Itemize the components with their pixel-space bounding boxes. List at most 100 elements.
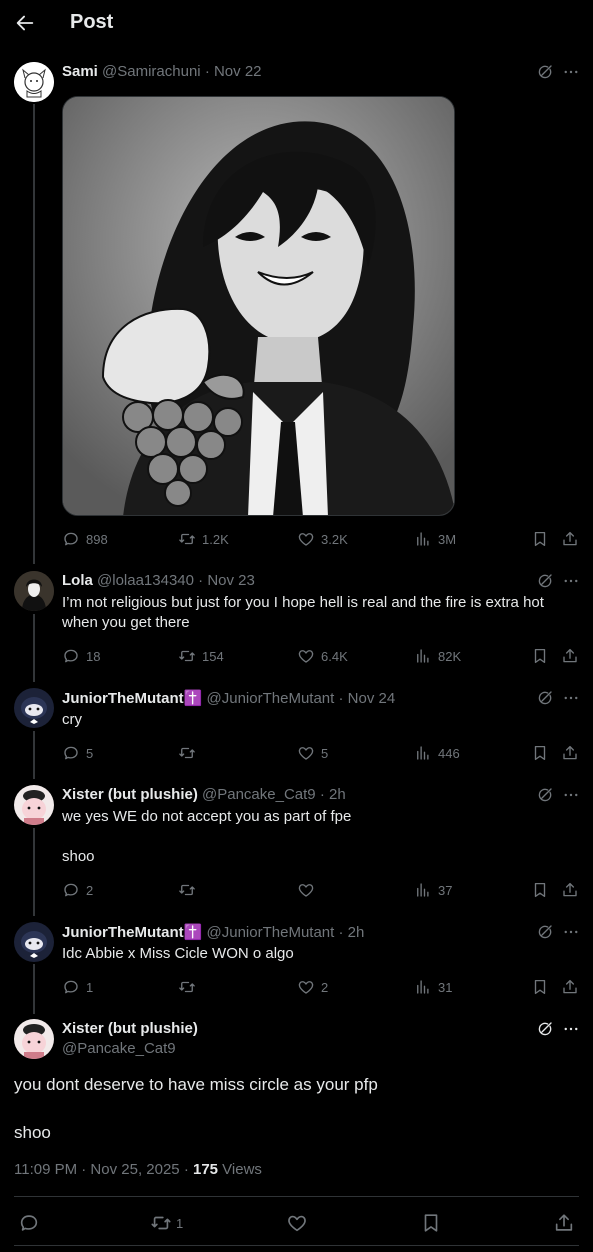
more-icon[interactable] xyxy=(562,63,580,81)
reply-button[interactable] xyxy=(18,1211,40,1235)
grok-icon[interactable] xyxy=(536,572,554,590)
views-icon xyxy=(414,530,432,548)
share-button[interactable] xyxy=(561,977,579,997)
like-button[interactable]: 3.2K xyxy=(297,529,348,549)
avatar[interactable] xyxy=(14,571,54,611)
like-button[interactable]: 2 xyxy=(297,977,328,997)
reply-button[interactable]: 898 xyxy=(62,529,108,549)
thread-line xyxy=(33,614,35,682)
timestamp[interactable]: · Nov 22 xyxy=(205,63,262,80)
grok-icon[interactable] xyxy=(536,786,554,804)
handle[interactable]: @Pancake_Cat9 xyxy=(62,1040,176,1057)
timestamp[interactable]: · Nov 24 xyxy=(338,690,395,707)
reply-button[interactable]: 1 xyxy=(62,977,93,997)
reply-count: 1 xyxy=(86,979,94,995)
more-icon[interactable] xyxy=(562,1020,580,1038)
bookmark-icon xyxy=(531,530,549,548)
tweet-actions: 898 1.2K 3.2K 3M xyxy=(62,529,584,549)
display-name[interactable]: Sami xyxy=(62,63,98,80)
avatar[interactable] xyxy=(14,688,54,728)
reply-button[interactable]: 18 xyxy=(62,646,100,666)
bookmark-button[interactable] xyxy=(531,646,549,666)
display-name[interactable]: Xister (but plushie) xyxy=(62,786,198,803)
views-button[interactable]: 446 xyxy=(414,743,460,763)
display-name[interactable]: JuniorTheMutant✝️ xyxy=(62,690,202,707)
like-button[interactable] xyxy=(297,880,321,900)
views-button[interactable]: 37 xyxy=(414,880,452,900)
repost-button[interactable]: 1.2K xyxy=(178,529,229,549)
share-button[interactable] xyxy=(561,529,579,549)
share-button[interactable] xyxy=(553,1211,575,1235)
repost-button[interactable]: 154 xyxy=(178,646,224,666)
like-button[interactable]: 5 xyxy=(297,743,328,763)
reply-button[interactable]: 2 xyxy=(62,880,93,900)
bookmark-button[interactable] xyxy=(531,977,549,997)
repost-button[interactable]: 1 xyxy=(150,1211,183,1235)
handle[interactable]: @JuniorTheMutant xyxy=(207,690,335,707)
tweet-header: Sami @Samirachuni · Nov 22 xyxy=(62,63,262,80)
bookmark-button[interactable] xyxy=(531,743,549,763)
like-button[interactable]: 6.4K xyxy=(297,646,348,666)
page-title: Post xyxy=(70,11,114,33)
timestamp[interactable]: · 2h xyxy=(338,924,364,941)
tweet-header: Lola @lolaa134340 · Nov 23 xyxy=(62,572,255,589)
grok-icon[interactable] xyxy=(536,63,554,81)
more-icon[interactable] xyxy=(562,923,580,941)
avatar[interactable] xyxy=(14,1019,54,1059)
display-name[interactable]: JuniorTheMutant✝️ xyxy=(62,924,202,941)
handle[interactable]: @Pancake_Cat9 xyxy=(202,786,316,803)
more-icon[interactable] xyxy=(562,572,580,590)
bookmark-icon xyxy=(531,881,549,899)
main-tweet-text-line2: shoo xyxy=(14,1123,51,1142)
back-arrow-icon[interactable] xyxy=(14,12,36,34)
reply-icon xyxy=(62,881,80,899)
like-icon xyxy=(297,530,315,548)
repost-count: 1.2K xyxy=(202,531,229,547)
timestamp[interactable]: · Nov 23 xyxy=(198,572,255,589)
handle[interactable]: @Samirachuni xyxy=(102,63,201,80)
post-time[interactable]: 11:09 PM · Nov 25, 2025 · xyxy=(14,1161,193,1178)
views-icon xyxy=(414,978,432,996)
avatar[interactable] xyxy=(14,785,54,825)
share-icon xyxy=(561,647,579,665)
repost-button[interactable] xyxy=(178,880,202,900)
grok-icon[interactable] xyxy=(536,1020,554,1038)
reply-count: 898 xyxy=(86,531,108,547)
like-icon xyxy=(297,744,315,762)
repost-icon xyxy=(178,530,196,548)
like-icon xyxy=(297,881,315,899)
grok-icon[interactable] xyxy=(536,923,554,941)
timestamp[interactable]: · 2h xyxy=(320,786,346,803)
divider xyxy=(14,1245,579,1246)
post-image[interactable] xyxy=(62,96,455,516)
bookmark-icon xyxy=(531,647,549,665)
handle[interactable]: @JuniorTheMutant xyxy=(207,924,335,941)
bookmark-button[interactable] xyxy=(531,880,549,900)
tweet-header: Xister (but plushie) @Pancake_Cat9 · 2h xyxy=(62,786,346,803)
handle[interactable]: @lolaa134340 xyxy=(97,572,194,589)
views-button[interactable]: 82K xyxy=(414,646,461,666)
grok-icon[interactable] xyxy=(536,689,554,707)
display-name[interactable]: Xister (but plushie) xyxy=(62,1020,198,1037)
more-icon[interactable] xyxy=(562,786,580,804)
share-button[interactable] xyxy=(561,880,579,900)
bookmark-icon xyxy=(420,1212,442,1234)
views-button[interactable]: 3M xyxy=(414,529,456,549)
repost-button[interactable] xyxy=(178,743,202,763)
share-button[interactable] xyxy=(561,646,579,666)
views-count: 31 xyxy=(438,979,453,995)
bookmark-button[interactable] xyxy=(531,529,549,549)
reply-button[interactable]: 5 xyxy=(62,743,93,763)
share-button[interactable] xyxy=(561,743,579,763)
like-icon xyxy=(286,1212,308,1234)
avatar-image xyxy=(14,785,54,825)
avatar[interactable] xyxy=(14,922,54,962)
bookmark-button[interactable] xyxy=(420,1211,442,1235)
tweet-text-line2: shoo xyxy=(62,848,95,865)
more-icon[interactable] xyxy=(562,689,580,707)
avatar[interactable] xyxy=(14,62,54,102)
views-button[interactable]: 31 xyxy=(414,977,452,997)
display-name[interactable]: Lola xyxy=(62,572,93,589)
like-button[interactable] xyxy=(286,1211,308,1235)
repost-button[interactable] xyxy=(178,977,202,997)
